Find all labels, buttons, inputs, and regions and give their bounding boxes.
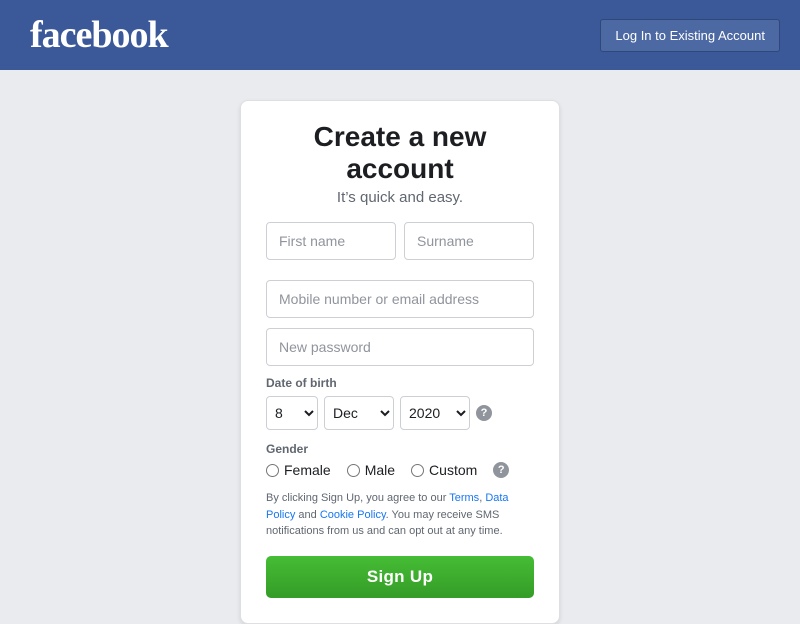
header: facebook Log In to Existing Account [0,0,800,70]
gender-female-label: Female [284,462,331,478]
dob-month-select[interactable]: JanFebMar AprMayJun JulAugSep OctNovDec [324,396,394,430]
gender-female-radio[interactable] [266,464,279,477]
password-input[interactable] [266,328,534,366]
gender-female-option[interactable]: Female [266,462,331,478]
signup-button[interactable]: Sign Up [266,556,534,598]
form-subtitle: It’s quick and easy. [266,189,534,206]
gender-custom-label: Custom [429,462,477,478]
dob-help-icon[interactable]: ? [476,405,492,421]
login-existing-button[interactable]: Log In to Existing Account [600,19,780,52]
dob-day-select[interactable]: 8 123 456 7910 111213 141516 171819 2021… [266,396,318,430]
cookie-policy-link[interactable]: Cookie Policy [320,509,386,521]
first-name-input[interactable] [266,222,396,260]
email-input[interactable] [266,280,534,318]
gender-help-icon[interactable]: ? [493,462,509,478]
gender-custom-option[interactable]: Custom [411,462,477,478]
facebook-logo: facebook [30,13,168,57]
name-row [266,222,534,270]
form-title: Create a new account [266,121,534,185]
gender-row: Female Male Custom ? [266,462,534,478]
main-content: Create a new account It’s quick and easy… [0,70,800,624]
gender-male-radio[interactable] [347,464,360,477]
terms-text: By clicking Sign Up, you agree to our Te… [266,490,534,540]
signup-form: Create a new account It’s quick and easy… [240,100,560,624]
dob-label: Date of birth [266,376,534,390]
gender-male-label: Male [365,462,395,478]
dob-row: 8 123 456 7910 111213 141516 171819 2021… [266,396,534,430]
gender-label: Gender [266,442,534,456]
gender-custom-radio[interactable] [411,464,424,477]
terms-link[interactable]: Terms [449,492,479,504]
dob-year-select[interactable]: 2020 201920182017 201620152014 201020052… [400,396,470,430]
gender-male-option[interactable]: Male [347,462,395,478]
surname-input[interactable] [404,222,534,260]
